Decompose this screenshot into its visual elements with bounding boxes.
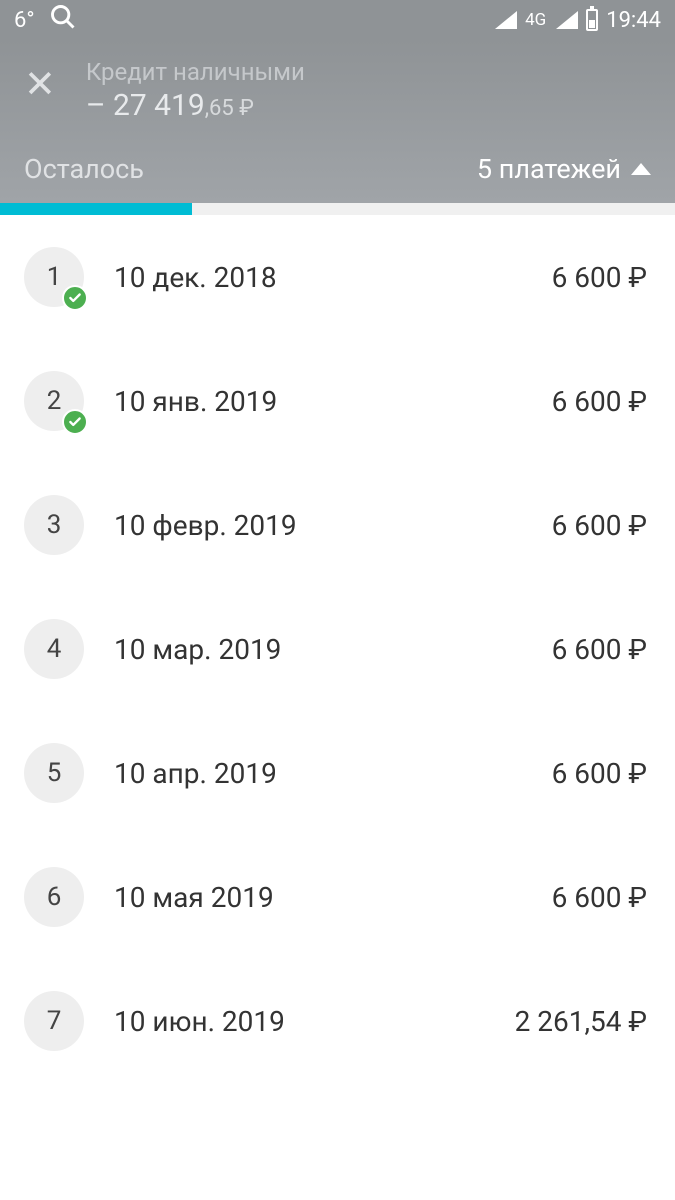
loan-balance: – 27 419,65 ₽	[86, 88, 651, 123]
temperature-indicator: 6°	[14, 8, 35, 33]
signal-icon	[495, 11, 517, 29]
payment-amount: 6 600 ₽	[552, 261, 647, 294]
battery-icon	[586, 9, 598, 31]
payment-number-circle: 7	[24, 991, 84, 1051]
payment-item[interactable]: 6 10 мая 20196 600 ₽	[0, 835, 675, 959]
payment-number-circle: 6	[24, 867, 84, 927]
payment-number-circle: 4	[24, 619, 84, 679]
payment-item[interactable]: 4 10 мар. 20196 600 ₽	[0, 587, 675, 711]
status-right: 4G 19:44	[495, 8, 661, 33]
progress-fill	[0, 203, 192, 215]
payment-amount: 6 600 ₽	[552, 757, 647, 790]
payment-item[interactable]: 1 10 дек. 20186 600 ₽	[0, 215, 675, 339]
loan-type-label: Кредит наличными	[86, 58, 651, 86]
checkmark-icon	[62, 285, 88, 311]
payment-amount: 6 600 ₽	[552, 881, 647, 914]
amount-cents: ,65 ₽	[205, 96, 254, 121]
status-left: 6°	[14, 3, 77, 37]
search-icon[interactable]	[49, 3, 77, 37]
clock: 19:44	[606, 8, 661, 33]
amount-main: – 27 419	[86, 88, 205, 123]
payment-date: 10 апр. 2019	[114, 757, 552, 790]
payment-number-circle: 1	[24, 247, 84, 307]
payment-amount: 6 600 ₽	[552, 509, 647, 542]
status-bar: 6° 4G 19:44	[0, 0, 675, 40]
payment-item[interactable]: 7 10 июн. 20192 261,54 ₽	[0, 959, 675, 1083]
payment-date: 10 мая 2019	[114, 881, 552, 914]
signal-icon-2	[556, 11, 578, 29]
payment-number-circle: 2	[24, 371, 84, 431]
header-title-block: Кредит наличными – 27 419,65 ₽	[86, 58, 651, 123]
payment-item[interactable]: 3 10 февр. 20196 600 ₽	[0, 463, 675, 587]
network-type: 4G	[525, 10, 546, 30]
payment-item[interactable]: 5 10 апр. 20196 600 ₽	[0, 711, 675, 835]
payment-amount: 2 261,54 ₽	[515, 1005, 647, 1038]
payment-amount: 6 600 ₽	[552, 385, 647, 418]
payment-date: 10 мар. 2019	[114, 633, 552, 666]
payment-date: 10 янв. 2019	[114, 385, 552, 418]
payment-amount: 6 600 ₽	[552, 633, 647, 666]
header-top: ✕ Кредит наличными – 27 419,65 ₽	[24, 58, 651, 123]
checkmark-icon	[62, 409, 88, 435]
payments-count-label: 5 платежей	[477, 153, 621, 185]
payment-item[interactable]: 2 10 янв. 20196 600 ₽	[0, 339, 675, 463]
payment-date: 10 февр. 2019	[114, 509, 552, 542]
close-icon[interactable]: ✕	[24, 66, 56, 104]
payments-count-toggle[interactable]: 5 платежей	[477, 153, 651, 185]
progress-bar	[0, 203, 675, 215]
chevron-up-icon	[631, 163, 651, 175]
payment-date: 10 дек. 2018	[114, 261, 552, 294]
payment-date: 10 июн. 2019	[114, 1005, 515, 1038]
payment-number-circle: 5	[24, 743, 84, 803]
payment-list: 110 дек. 20186 600 ₽210 янв. 20196 600 ₽…	[0, 215, 675, 1083]
remaining-label: Осталось	[24, 153, 144, 185]
payment-number-circle: 3	[24, 495, 84, 555]
header-summary-row[interactable]: Осталось 5 платежей	[24, 153, 651, 203]
header: ✕ Кредит наличными – 27 419,65 ₽ Осталос…	[0, 40, 675, 203]
